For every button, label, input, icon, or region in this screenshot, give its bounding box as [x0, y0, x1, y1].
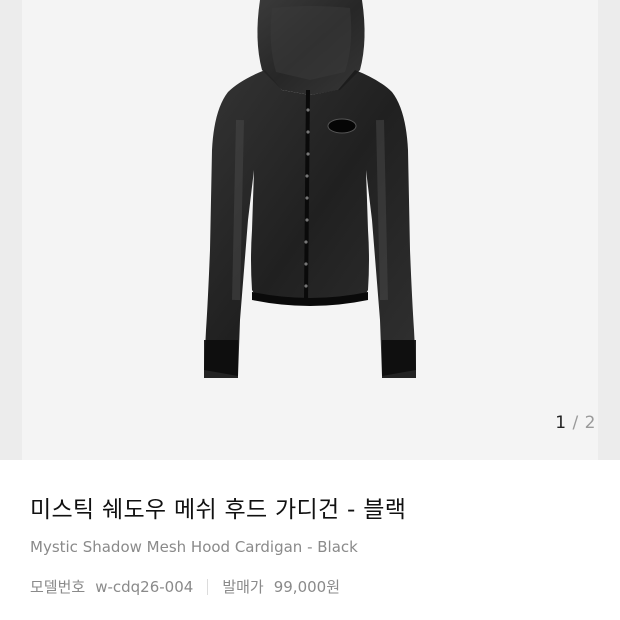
product-info: 미스틱 쉐도우 메쉬 후드 가디건 - 블랙 Mystic Shadow Mes…: [0, 460, 620, 597]
image-counter-total: 2: [584, 413, 596, 433]
image-gallery[interactable]: 1 / 2: [0, 0, 620, 460]
previous-image-edge[interactable]: [0, 0, 22, 460]
model-number-label: 모델번호: [30, 578, 86, 596]
next-image-edge[interactable]: [598, 0, 620, 460]
product-title-english: Mystic Shadow Mesh Hood Cardigan - Black: [30, 538, 358, 556]
release-price-label: 발매가: [222, 578, 264, 596]
meta-divider: [207, 578, 209, 595]
image-counter-separator: /: [572, 413, 579, 433]
product-title: 미스틱 쉐도우 메쉬 후드 가디건 - 블랙: [30, 497, 407, 523]
product-meta: 모델번호 w-cdq26-004 발매가 99,000원: [30, 576, 590, 597]
image-counter: 1 / 2: [555, 413, 596, 433]
model-number-value: w-cdq26-004: [95, 577, 194, 596]
image-counter-current: 1: [555, 413, 567, 433]
release-price-value: 99,000원: [273, 578, 341, 596]
product-image[interactable]: [140, 0, 480, 400]
